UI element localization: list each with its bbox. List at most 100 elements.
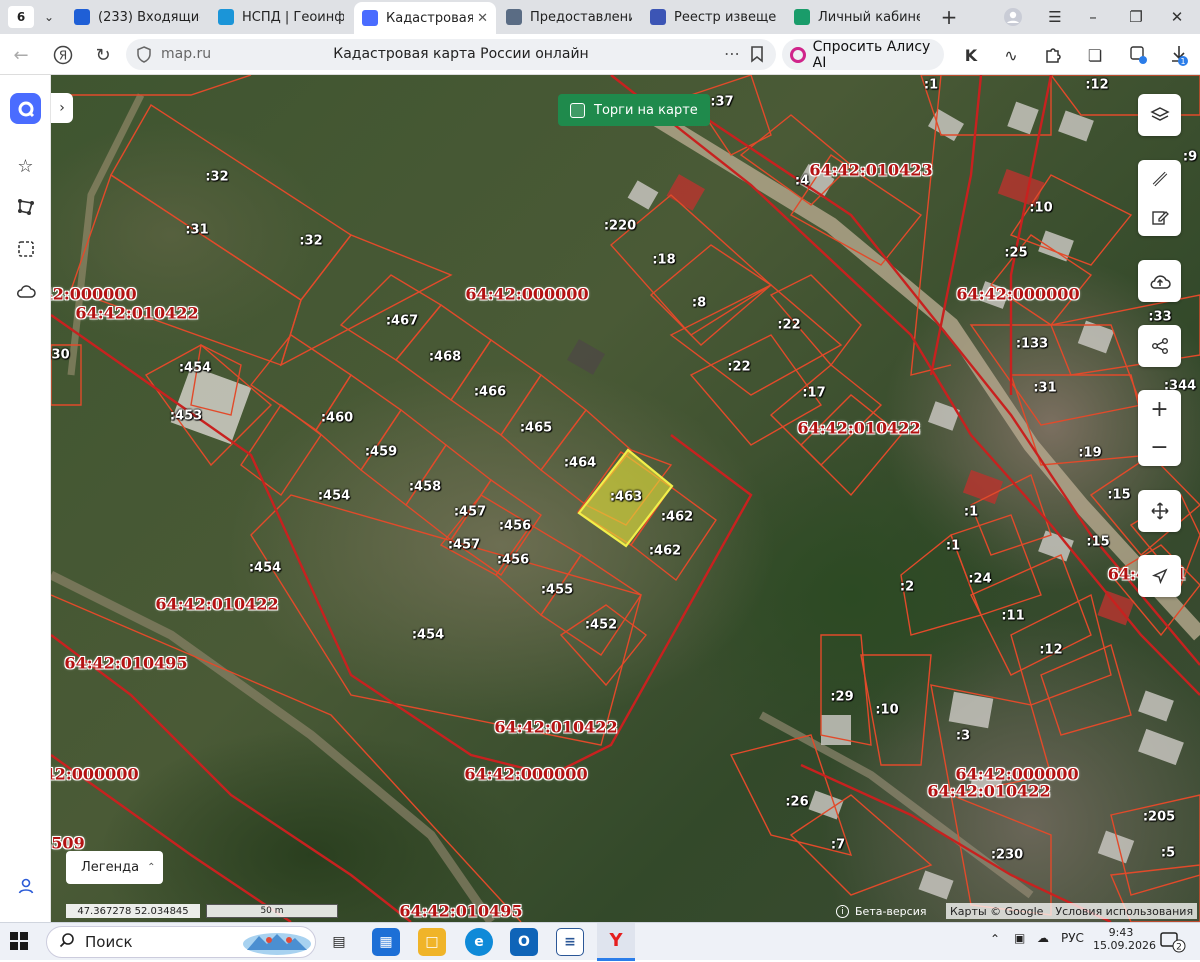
extension-k-icon[interactable]: K — [958, 42, 984, 68]
plot-label[interactable]: :133 — [1016, 337, 1048, 352]
network-icon[interactable]: ☁ — [1037, 931, 1049, 945]
plot-label[interactable]: :26 — [785, 795, 808, 810]
extension-wave-icon[interactable]: ∿ — [998, 42, 1024, 68]
quarter-label[interactable]: 509 — [51, 834, 84, 853]
clock[interactable]: 9:43 15.09.2026 — [1093, 926, 1156, 952]
expand-panel-button[interactable]: › — [51, 93, 73, 123]
plot-label[interactable]: :466 — [474, 385, 506, 400]
plot-label[interactable]: :468 — [429, 350, 461, 365]
edge-browser-icon[interactable]: e — [465, 928, 493, 956]
new-tab-button[interactable]: + — [936, 4, 962, 30]
info-icon[interactable]: i — [836, 904, 849, 918]
quarter-label[interactable]: 64:42:010495 — [399, 902, 522, 921]
zoom-in-button[interactable]: + — [1138, 390, 1181, 428]
plot-label[interactable]: :18 — [652, 253, 675, 268]
plot-label[interactable]: :464 — [564, 456, 596, 471]
torgi-checkbox[interactable] — [570, 102, 585, 118]
quarter-label[interactable]: 64:42:000000 — [51, 285, 137, 304]
plot-label[interactable]: :29 — [830, 690, 853, 705]
quarter-label[interactable]: 64:42:010422 — [797, 419, 920, 438]
quarter-label[interactable]: 64:42:010422 — [927, 782, 1050, 801]
plot-label[interactable]: :3 — [956, 729, 970, 744]
plot-label[interactable]: :8 — [692, 296, 706, 311]
plot-label[interactable]: :5 — [1161, 846, 1175, 861]
plot-label[interactable]: :10 — [875, 703, 898, 718]
restore-button[interactable]: ❐ — [1117, 0, 1155, 34]
url-host[interactable]: map.ru — [161, 46, 211, 62]
share-button[interactable] — [1138, 325, 1181, 367]
quarter-label[interactable]: 64:42:010422 — [494, 718, 617, 737]
plot-label[interactable]: :462 — [661, 510, 693, 525]
plot-label[interactable]: :456 — [499, 519, 531, 534]
plot-label[interactable]: :12 — [1085, 78, 1108, 93]
browser-tab-4[interactable]: Предоставление — [498, 3, 640, 31]
plot-label[interactable]: :4 — [795, 174, 809, 189]
edit-icon[interactable] — [1138, 198, 1181, 236]
plot-label[interactable]: :220 — [604, 219, 636, 234]
quarter-label[interactable]: 64:42:010422 — [75, 304, 198, 323]
plot-label[interactable]: :205 — [1143, 810, 1175, 825]
my-location-button[interactable] — [1138, 555, 1181, 597]
plot-label[interactable]: :459 — [365, 445, 397, 460]
plot-label[interactable]: :456 — [497, 553, 529, 568]
tray-chevron-up-icon[interactable]: ⌃ — [990, 932, 1000, 946]
user-account-icon[interactable] — [10, 870, 41, 901]
bookmark-icon[interactable] — [750, 45, 764, 67]
plot-label[interactable]: :31 — [1033, 381, 1056, 396]
plot-label[interactable]: :452 — [585, 618, 617, 633]
translate-icon[interactable] — [1126, 42, 1152, 68]
plot-label[interactable]: :9 — [1183, 150, 1197, 165]
yandex-logo-icon[interactable]: Я — [48, 40, 78, 70]
plot-label[interactable]: :24 — [968, 572, 991, 587]
plot-label[interactable]: :458 — [409, 480, 441, 495]
plot-label[interactable]: :22 — [777, 318, 800, 333]
plot-label[interactable]: :19 — [1078, 446, 1101, 461]
yandex-browser-task-icon[interactable]: Y — [597, 923, 635, 961]
url-field[interactable]: map.ru Кадастровая карта России онлайн ⋯ — [126, 39, 776, 70]
map-canvas[interactable]: :32:31:32:467:468:466:465:464:463:462:46… — [51, 75, 1200, 922]
plot-label[interactable]: :2 — [900, 580, 914, 595]
plot-label[interactable]: :467 — [386, 314, 418, 329]
plot-label[interactable]: :7 — [831, 838, 845, 853]
back-button[interactable]: ← — [6, 40, 36, 70]
plot-label[interactable]: :1 — [964, 505, 978, 520]
app-logo-icon[interactable] — [10, 93, 41, 124]
browser-tab-6[interactable]: Личный кабинет — [786, 3, 928, 31]
file-explorer-icon[interactable]: □ — [418, 928, 446, 956]
quarter-label[interactable]: 64:42:000000 — [51, 765, 139, 784]
plot-label[interactable]: :462 — [649, 544, 681, 559]
outlook-icon[interactable]: O — [510, 928, 538, 956]
upload-button[interactable] — [1138, 260, 1181, 302]
plot-label[interactable]: :454 — [179, 361, 211, 376]
plot-label[interactable]: :460 — [321, 411, 353, 426]
torgi-toggle[interactable]: Торги на карте — [558, 94, 710, 126]
quarter-label[interactable]: 64:42:000000 — [464, 765, 587, 784]
plot-label[interactable]: :15 — [1107, 488, 1130, 503]
collections-icon[interactable]: ❏ — [1082, 42, 1108, 68]
plot-label[interactable]: :1 — [946, 539, 960, 554]
plot-label[interactable]: :230 — [991, 848, 1023, 863]
plot-label[interactable]: :465 — [520, 421, 552, 436]
plot-label[interactable]: :30 — [51, 348, 70, 363]
ask-alice-button[interactable]: Спросить Алису AI — [782, 39, 944, 71]
store-icon[interactable]: ▦ — [372, 928, 400, 956]
plot-label[interactable]: :25 — [1004, 246, 1027, 261]
chevron-down-icon[interactable]: ⌄ — [34, 2, 64, 32]
plot-label[interactable]: :10 — [1029, 201, 1052, 216]
plot-label[interactable]: :32 — [205, 170, 228, 185]
plot-label[interactable]: :463 — [610, 490, 642, 505]
legend-button[interactable]: Легенда ⌃ — [66, 851, 163, 884]
plot-label[interactable]: :17 — [802, 386, 825, 401]
close-tab-icon[interactable]: ✕ — [477, 11, 488, 26]
minimize-button[interactable]: – — [1074, 0, 1112, 34]
plot-label[interactable]: :454 — [412, 628, 444, 643]
plot-label[interactable]: :22 — [727, 360, 750, 375]
zoom-out-button[interactable]: − — [1138, 428, 1181, 466]
quarter-label[interactable]: 64:42:000000 — [956, 285, 1079, 304]
taskbar-search[interactable]: Поиск — [46, 926, 316, 958]
quarter-label[interactable]: 64:42:000000 — [465, 285, 588, 304]
tab-count-badge[interactable]: 6 — [8, 6, 34, 28]
close-window-button[interactable]: ✕ — [1158, 0, 1196, 34]
move-button[interactable] — [1138, 490, 1181, 532]
cloud-icon[interactable] — [10, 275, 41, 306]
